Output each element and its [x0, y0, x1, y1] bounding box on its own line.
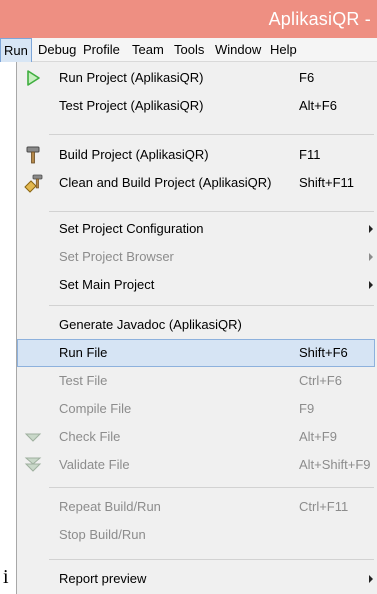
- check-down-icon: [22, 426, 44, 448]
- window-titlebar: AplikasiQR -: [0, 0, 377, 38]
- menu-item-shortcut: Ctrl+F11: [299, 499, 349, 514]
- menu-item-shortcut: Shift+F11: [299, 175, 355, 190]
- menu-item-shortcut: F9: [299, 401, 315, 416]
- menu-item-run-project[interactable]: Run Project (AplikasiQR) F6: [17, 64, 376, 92]
- menu-item-test-file[interactable]: Test File Ctrl+F6: [17, 367, 376, 395]
- menu-item-label: Test Project (AplikasiQR): [59, 98, 204, 113]
- menu-item-shortcut: Alt+Shift+F9: [299, 457, 371, 472]
- menu-debug[interactable]: Debug: [38, 42, 76, 57]
- menu-item-shortcut: Alt+F6: [299, 98, 337, 113]
- menu-item-shortcut: F6: [299, 70, 315, 85]
- submenu-arrow-icon: [369, 281, 373, 289]
- menu-item-compile-file[interactable]: Compile File F9: [17, 395, 376, 423]
- menu-item-test-project[interactable]: Test Project (AplikasiQR) Alt+F6: [17, 92, 376, 120]
- menu-item-label: Set Main Project: [59, 277, 155, 292]
- menu-item-shortcut: Ctrl+F6: [299, 373, 342, 388]
- window-title: AplikasiQR -: [268, 9, 371, 29]
- menu-item-label: Clean and Build Project (AplikasiQR): [59, 175, 272, 190]
- menu-profile[interactable]: Profile: [83, 42, 120, 57]
- menu-run[interactable]: Run: [0, 38, 32, 62]
- hammer-icon: [22, 144, 44, 166]
- menu-item-clean-and-build[interactable]: Clean and Build Project (AplikasiQR) Shi…: [17, 169, 376, 197]
- menu-item-run-file[interactable]: Run File Shift+F6: [17, 339, 375, 367]
- menu-window[interactable]: Window: [215, 42, 261, 57]
- menu-separator: [49, 559, 374, 560]
- menu-separator: [49, 134, 374, 135]
- submenu-arrow-icon: [369, 575, 373, 583]
- menu-item-label: Test File: [59, 373, 108, 388]
- menu-item-build-project[interactable]: Build Project (AplikasiQR) F11: [17, 141, 376, 169]
- run-menu-dropdown: Run Project (AplikasiQR) F6 Test Project…: [16, 62, 377, 594]
- background-text-fragment: i: [3, 566, 9, 588]
- menu-item-set-project-browser[interactable]: Set Project Browser: [17, 243, 376, 271]
- menu-item-generate-javadoc[interactable]: Generate Javadoc (AplikasiQR): [17, 311, 376, 339]
- validate-down-icon: [22, 454, 44, 476]
- submenu-arrow-icon: [369, 253, 373, 261]
- menu-item-shortcut: F11: [299, 147, 321, 162]
- menu-bar: Run Debug Profile Team Tools Window Help: [0, 38, 377, 62]
- menu-separator: [49, 487, 374, 488]
- menu-item-report-preview[interactable]: Report preview: [17, 565, 376, 593]
- menu-item-repeat-build-run[interactable]: Repeat Build/Run Ctrl+F11: [17, 493, 376, 521]
- menu-tools[interactable]: Tools: [174, 42, 204, 57]
- menu-item-label: Generate Javadoc (AplikasiQR): [59, 317, 242, 332]
- broom-hammer-icon: [22, 172, 44, 194]
- menu-item-set-main-project[interactable]: Set Main Project: [17, 271, 376, 299]
- menu-item-validate-file[interactable]: Validate File Alt+Shift+F9: [17, 451, 376, 479]
- menu-item-label: Run Project (AplikasiQR): [59, 70, 204, 85]
- run-triangle-icon: [22, 67, 44, 89]
- menu-team[interactable]: Team: [132, 42, 164, 57]
- menu-item-shortcut: Shift+F6: [299, 345, 348, 360]
- menu-item-label: Repeat Build/Run: [59, 499, 161, 514]
- menu-item-check-file[interactable]: Check File Alt+F9: [17, 423, 376, 451]
- menu-item-label: Validate File: [59, 457, 130, 472]
- submenu-arrow-icon: [369, 225, 373, 233]
- menu-item-label: Set Project Browser: [59, 249, 174, 264]
- menu-item-set-project-configuration[interactable]: Set Project Configuration: [17, 215, 376, 243]
- menu-item-label: Run File: [59, 345, 108, 360]
- menu-item-label: Report preview: [59, 571, 147, 586]
- menu-item-label: Stop Build/Run: [59, 527, 146, 542]
- menu-item-shortcut: Alt+F9: [299, 429, 337, 444]
- menu-item-label: Build Project (AplikasiQR): [59, 147, 209, 162]
- menu-item-stop-build-run[interactable]: Stop Build/Run: [17, 521, 376, 549]
- menu-separator: [49, 305, 374, 306]
- menu-help[interactable]: Help: [270, 42, 297, 57]
- menu-item-label: Compile File: [59, 401, 132, 416]
- menu-item-label: Check File: [59, 429, 121, 444]
- menu-item-label: Set Project Configuration: [59, 221, 204, 236]
- menu-separator: [49, 211, 374, 212]
